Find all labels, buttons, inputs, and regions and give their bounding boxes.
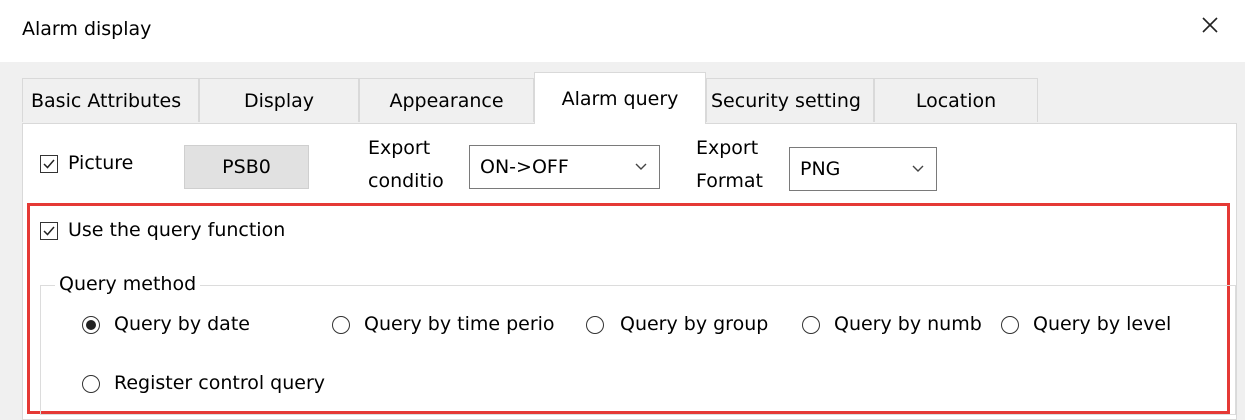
window-title: Alarm display (22, 18, 152, 40)
export-format-value: PNG (800, 158, 841, 180)
picture-checkbox[interactable] (40, 155, 58, 173)
export-condition-label-line1: Export (368, 137, 431, 159)
radio-query-by-time-period[interactable] (332, 316, 350, 334)
use-query-checkbox[interactable] (40, 222, 58, 240)
tab-security-setting[interactable]: Security setting (706, 78, 874, 122)
query-method-group (40, 285, 1236, 415)
picture-label: Picture (68, 152, 134, 174)
close-icon[interactable] (1195, 10, 1225, 40)
radio-query-by-level[interactable] (1001, 316, 1019, 334)
tab-appearance[interactable]: Appearance (359, 78, 534, 122)
checkmark-icon (43, 159, 55, 169)
radio-selected-dot (86, 320, 96, 330)
query-by-time-period-label: Query by time perio (364, 313, 555, 335)
radio-query-by-date[interactable] (82, 316, 100, 334)
chevron-down-icon (912, 165, 924, 172)
tab-display[interactable]: Display (199, 78, 359, 122)
tab-basic-attributes[interactable]: Basic Attributes (22, 78, 199, 122)
register-control-query-label: Register control query (114, 372, 326, 394)
query-method-title: Query method (55, 273, 201, 295)
tab-alarm-query[interactable]: Alarm query (534, 72, 706, 124)
export-format-label-line2: Format (696, 170, 763, 192)
radio-query-by-number[interactable] (802, 316, 820, 334)
tab-strip: Basic Attributes Display Appearance Alar… (0, 72, 1245, 124)
export-condition-value: ON->OFF (480, 156, 569, 178)
query-by-group-label: Query by group (620, 313, 769, 335)
export-condition-select[interactable]: ON->OFF (469, 145, 660, 189)
radio-query-by-group[interactable] (586, 316, 604, 334)
title-bar: Alarm display (0, 0, 1245, 62)
picture-select-button[interactable]: PSB0 (184, 145, 309, 189)
export-condition-label-line2: conditio (368, 170, 444, 192)
checkmark-icon (43, 226, 55, 236)
radio-register-control-query[interactable] (82, 375, 100, 393)
use-query-label: Use the query function (68, 219, 286, 241)
export-format-label-line1: Export (696, 137, 759, 159)
chevron-down-icon (635, 163, 647, 170)
query-by-date-label: Query by date (114, 313, 250, 335)
tab-location[interactable]: Location (874, 78, 1038, 122)
query-by-level-label: Query by level (1033, 313, 1172, 335)
query-by-number-label: Query by numb (834, 313, 982, 335)
export-format-select[interactable]: PNG (789, 147, 937, 191)
